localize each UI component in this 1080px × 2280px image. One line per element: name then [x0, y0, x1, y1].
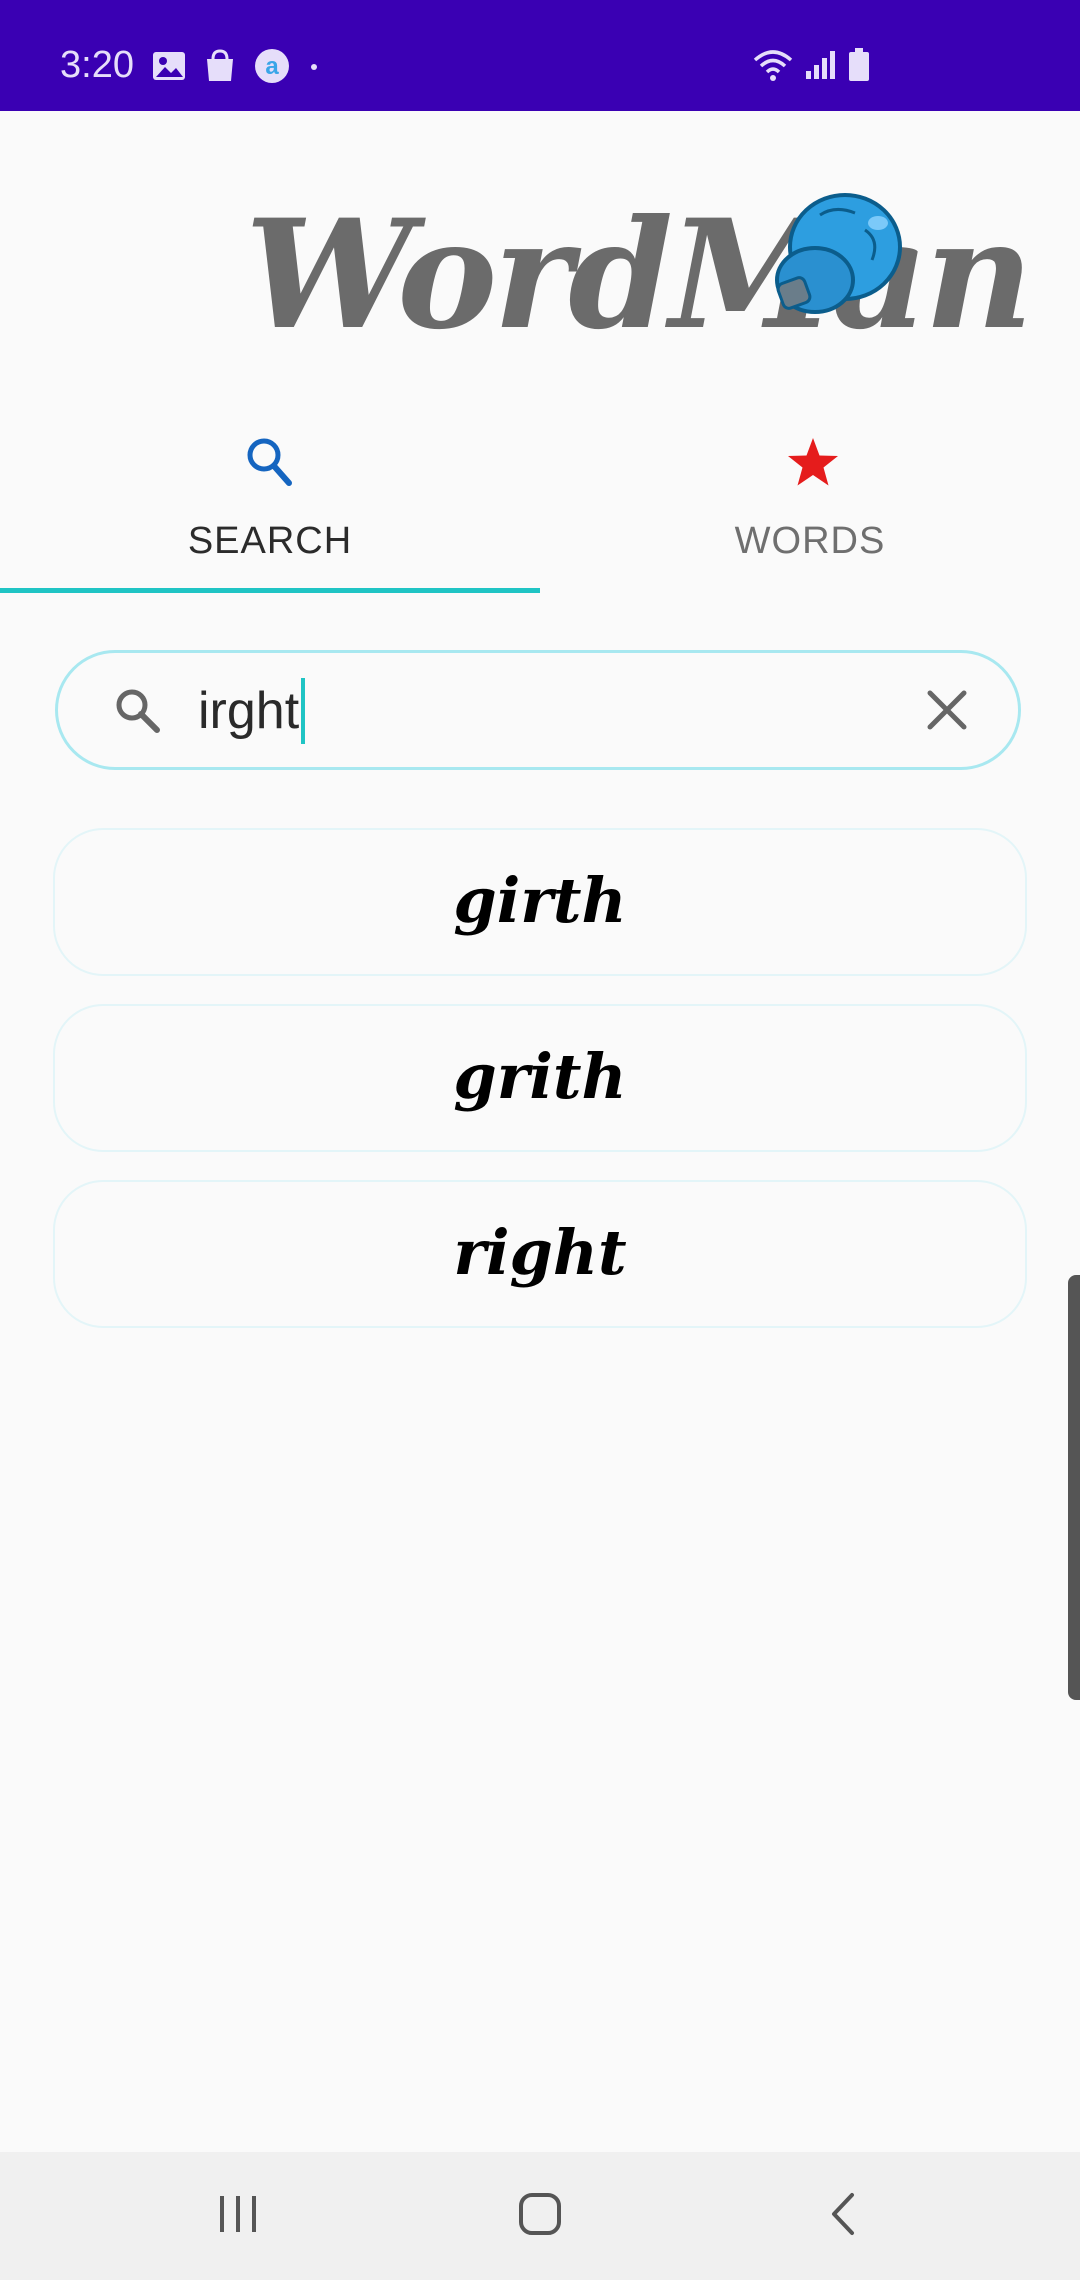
- boxing-glove-icon: [760, 185, 910, 330]
- back-button[interactable]: [782, 2152, 902, 2280]
- notification-icons: a: [152, 48, 338, 89]
- status-bar: 3:20 a: [0, 0, 1080, 111]
- scrollbar[interactable]: [1068, 1275, 1080, 1700]
- search-input-text: irght: [198, 682, 300, 740]
- svg-text:a: a: [265, 53, 279, 80]
- selected-tab-indicator: [0, 588, 540, 593]
- text-cursor: [301, 678, 306, 744]
- tab-label: SEARCH: [187, 520, 353, 562]
- tab-label: WORDS: [734, 520, 886, 562]
- logo-text: WordMan: [245, 187, 1033, 363]
- home-button[interactable]: [480, 2152, 600, 2280]
- list-item[interactable]: right: [53, 1180, 1027, 1328]
- dot-icon: [308, 60, 320, 78]
- search-input[interactable]: irght: [198, 671, 306, 751]
- app-logo: WordMan: [245, 193, 1033, 375]
- search-field[interactable]: irght: [55, 650, 1021, 770]
- tab-search[interactable]: SEARCH: [0, 420, 540, 595]
- back-icon: [826, 2191, 858, 2242]
- search-icon: [113, 686, 163, 741]
- tab-words[interactable]: WORDS: [540, 420, 1080, 595]
- result-word: right: [453, 1216, 627, 1289]
- search-icon: [245, 435, 295, 495]
- system-icons: [742, 48, 870, 87]
- navigation-bar: [0, 2152, 1080, 2280]
- star-icon: [785, 435, 838, 495]
- app-a-icon: a: [254, 48, 290, 89]
- battery-icon: [848, 48, 870, 87]
- list-item[interactable]: girth: [53, 828, 1027, 976]
- signal-icon: [804, 49, 838, 86]
- recent-apps-button[interactable]: [178, 2152, 298, 2280]
- close-icon[interactable]: [924, 687, 970, 738]
- result-word: grith: [453, 1040, 627, 1113]
- shopping-bag-icon: [204, 49, 236, 88]
- list-item[interactable]: grith: [53, 1004, 1027, 1152]
- home-icon: [517, 2191, 563, 2242]
- tab-bar: SEARCH WORDS: [0, 420, 1080, 595]
- status-time: 3:20: [60, 44, 134, 86]
- recent-apps-icon: [216, 2194, 260, 2239]
- result-word: girth: [453, 864, 627, 937]
- results-list: girth grith right: [53, 828, 1027, 1356]
- image-icon: [152, 50, 186, 87]
- wifi-icon: [752, 48, 794, 87]
